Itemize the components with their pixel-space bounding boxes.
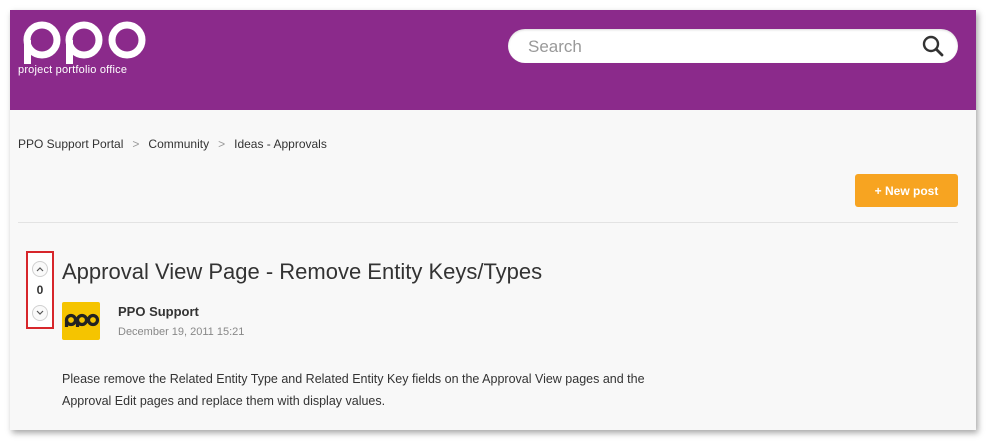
breadcrumb-community[interactable]: Community xyxy=(148,137,209,151)
downvote-button[interactable] xyxy=(32,305,48,321)
logo-subtitle: project portfolio office xyxy=(18,64,128,76)
post-author[interactable]: PPO Support xyxy=(118,304,199,319)
site-header: project portfolio office xyxy=(10,10,976,110)
post-title: Approval View Page - Remove Entity Keys/… xyxy=(62,259,543,284)
vote-count: 0 xyxy=(36,283,44,297)
post-body: Please remove the Related Entity Type an… xyxy=(62,372,645,408)
breadcrumb-separator: > xyxy=(218,137,226,151)
new-post-button[interactable]: + New post xyxy=(855,174,958,207)
breadcrumb-ideas-approvals[interactable]: Ideas - Approvals xyxy=(234,137,327,151)
breadcrumb-support-portal[interactable]: PPO Support Portal xyxy=(18,137,123,151)
search-icon[interactable] xyxy=(922,35,944,57)
page-frame: project portfolio office PPO Support Por… xyxy=(10,10,976,430)
divider xyxy=(18,222,958,223)
breadcrumb: PPO Support Portal > Community > Ideas - App… xyxy=(18,137,327,151)
search-input[interactable] xyxy=(526,29,900,65)
ppo-avatar-logo xyxy=(64,313,100,327)
upvote-button[interactable] xyxy=(32,261,48,277)
post-date: December 19, 2011 15:21 xyxy=(118,326,245,338)
vote-widget: 0 xyxy=(26,251,54,329)
search-bar xyxy=(508,29,958,65)
chevron-down-icon xyxy=(36,310,44,315)
breadcrumb-separator: > xyxy=(132,137,140,151)
avatar[interactable] xyxy=(62,302,100,340)
ppo-logo[interactable] xyxy=(18,18,158,88)
chevron-up-icon xyxy=(36,267,44,272)
